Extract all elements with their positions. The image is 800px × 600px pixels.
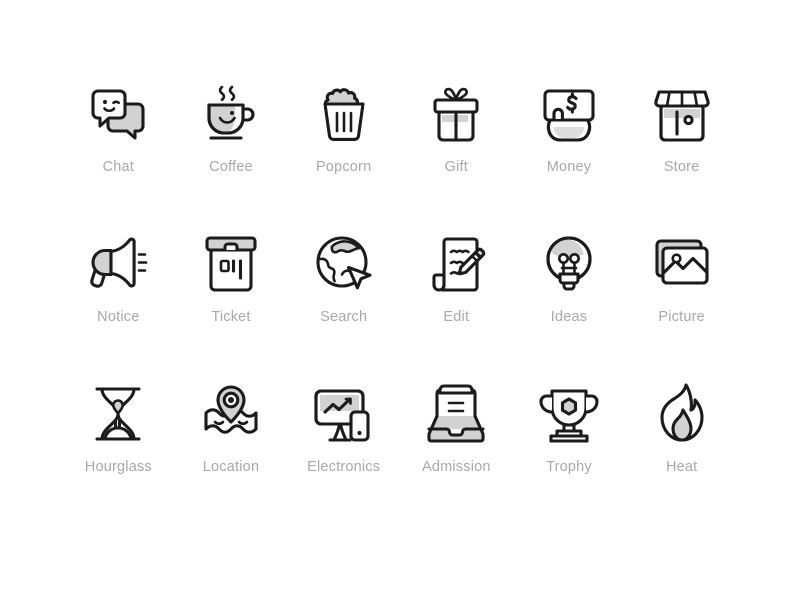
icon-cell-money[interactable]: Money <box>513 62 626 212</box>
hourglass-icon <box>82 378 154 450</box>
picture-icon <box>646 228 718 300</box>
popcorn-icon <box>308 78 380 150</box>
icon-label: Ticket <box>211 309 251 325</box>
icon-cell-gift[interactable]: Gift <box>400 62 513 212</box>
icon-label: Ideas <box>550 309 588 325</box>
edit-icon <box>420 228 492 300</box>
icon-label: Trophy <box>546 459 592 475</box>
search-icon <box>308 228 380 300</box>
icon-row: Notice Ticket Search Edit Ideas Picture <box>62 212 738 362</box>
icon-cell-edit[interactable]: Edit <box>400 212 513 362</box>
icon-cell-admission[interactable]: Admission <box>400 362 513 512</box>
icon-label: Picture <box>658 309 705 325</box>
coffee-icon <box>195 78 267 150</box>
icon-cell-store[interactable]: Store <box>625 62 738 212</box>
icon-cell-ideas[interactable]: Ideas <box>513 212 626 362</box>
icon-cell-trophy[interactable]: Trophy <box>513 362 626 512</box>
icon-label: Edit <box>443 309 470 325</box>
icon-label: Popcorn <box>315 159 372 175</box>
icon-cell-coffee[interactable]: Coffee <box>175 62 288 212</box>
icon-label: Store <box>663 159 700 175</box>
icon-label: Search <box>320 309 368 325</box>
icon-row: Hourglass Location Electronics Admission… <box>62 362 738 512</box>
icon-label: Admission <box>421 459 491 475</box>
icon-cell-location[interactable]: Location <box>175 362 288 512</box>
chat-icon <box>82 78 154 150</box>
electronics-icon <box>308 378 380 450</box>
icon-cell-picture[interactable]: Picture <box>625 212 738 362</box>
icon-label: Notice <box>97 309 140 325</box>
icon-cell-heat[interactable]: Heat <box>625 362 738 512</box>
gift-icon <box>420 78 492 150</box>
icon-cell-electronics[interactable]: Electronics <box>287 362 400 512</box>
icon-cell-chat[interactable]: Chat <box>62 62 175 212</box>
icon-label: Electronics <box>307 459 381 475</box>
trophy-icon <box>533 378 605 450</box>
icon-label: Coffee <box>209 159 253 175</box>
location-icon <box>195 378 267 450</box>
icon-cell-notice[interactable]: Notice <box>62 212 175 362</box>
ideas-icon <box>533 228 605 300</box>
icon-row: Chat Coffee Popcorn Gift Money Store <box>62 62 738 212</box>
icon-label: Heat <box>665 459 698 475</box>
icon-cell-hourglass[interactable]: Hourglass <box>62 362 175 512</box>
money-icon <box>533 78 605 150</box>
icon-label: Hourglass <box>84 459 152 475</box>
admission-icon <box>420 378 492 450</box>
icon-label: Chat <box>102 159 135 175</box>
icon-label: Money <box>546 159 592 175</box>
icon-sheet: Chat Coffee Popcorn Gift Money Store Not… <box>0 0 800 600</box>
store-icon <box>646 78 718 150</box>
icon-cell-ticket[interactable]: Ticket <box>175 212 288 362</box>
icon-cell-search[interactable]: Search <box>287 212 400 362</box>
notice-icon <box>82 228 154 300</box>
ticket-icon <box>195 228 267 300</box>
icon-label: Gift <box>444 159 468 175</box>
icon-cell-popcorn[interactable]: Popcorn <box>287 62 400 212</box>
heat-icon <box>646 378 718 450</box>
icon-label: Location <box>202 459 260 475</box>
